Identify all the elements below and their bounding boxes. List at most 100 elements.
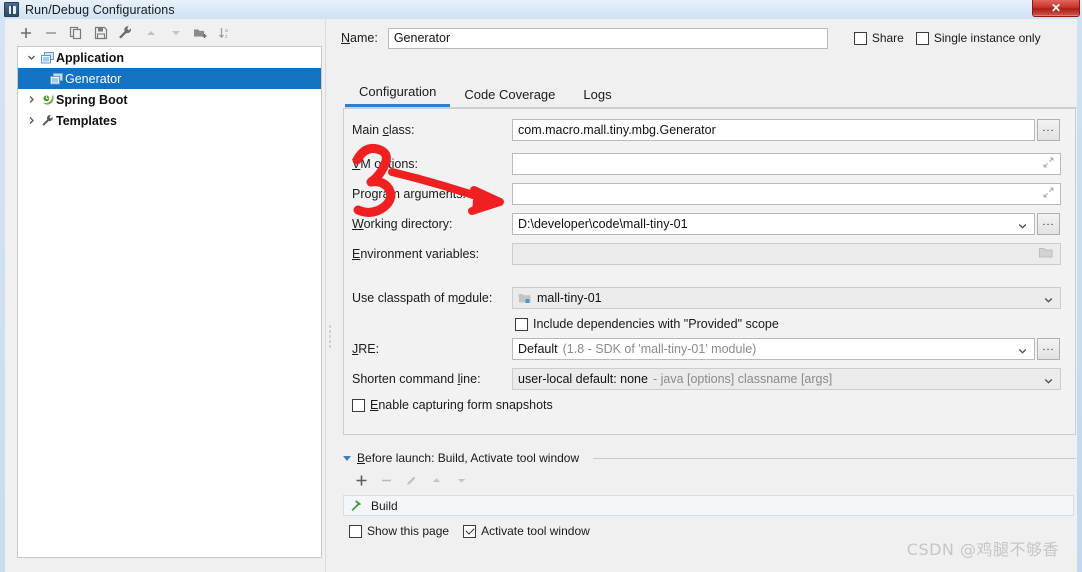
module-icon xyxy=(518,293,531,304)
configuration-form: Main class: com.macro.mall.tiny.mbg.Gene… xyxy=(343,108,1076,435)
remove-task-button[interactable] xyxy=(374,470,399,490)
working-directory-browse-button[interactable]: ... xyxy=(1037,213,1060,235)
expand-icon[interactable] xyxy=(1043,187,1054,201)
form-snapshots-checkbox[interactable]: Enable capturing form snapshots xyxy=(352,398,553,412)
tree-item-label: Templates xyxy=(56,113,117,128)
chevron-right-icon[interactable] xyxy=(24,95,39,104)
share-checkbox[interactable]: Share xyxy=(853,31,904,45)
activate-tool-window-checkbox[interactable]: Activate tool window xyxy=(463,524,590,538)
chevron-right-icon[interactable] xyxy=(24,116,39,125)
chevron-down-icon[interactable] xyxy=(1044,294,1053,303)
jre-hint: (1.8 - SDK of 'mall-tiny-01' module) xyxy=(562,342,757,356)
environment-variables-row: Environment variables: xyxy=(352,243,1069,265)
single-instance-checkbox[interactable]: Single instance only xyxy=(915,31,1041,45)
wrench-icon[interactable] xyxy=(113,22,138,44)
name-row: Name: Share Single instance only xyxy=(341,26,1077,50)
single-instance-label: Single instance only xyxy=(933,31,1041,45)
task-label: Build xyxy=(371,498,398,513)
show-this-page-checkbox[interactable]: Show this page xyxy=(349,524,449,538)
name-input[interactable] xyxy=(387,27,828,49)
shorten-command-line-label: Shorten command line: xyxy=(352,372,481,386)
working-directory-value: D:\developer\code\mall-tiny-01 xyxy=(518,217,688,231)
single-instance-checkbox-box[interactable] xyxy=(915,31,929,45)
tab-logs[interactable]: Logs xyxy=(569,87,625,107)
application-icon xyxy=(39,51,56,64)
task-up-button[interactable] xyxy=(424,470,449,490)
tree-item-templates[interactable]: Templates xyxy=(18,110,321,131)
panel-splitter[interactable] xyxy=(325,19,333,572)
configurations-toolbar: a z xyxy=(5,19,325,46)
editor-tabs[interactable]: Configuration Code Coverage Logs xyxy=(345,82,1077,107)
share-checkbox-box[interactable] xyxy=(853,31,867,45)
before-launch-toolbar xyxy=(343,470,1076,490)
task-down-button[interactable] xyxy=(449,470,474,490)
vm-options-label: VM options: xyxy=(352,157,419,171)
classpath-module-row: Use classpath of module: mall-tiny-01 xyxy=(352,287,1069,309)
program-arguments-field[interactable] xyxy=(512,183,1061,205)
working-directory-field[interactable]: D:\developer\code\mall-tiny-01 xyxy=(512,213,1035,235)
environment-variables-field[interactable] xyxy=(512,243,1061,265)
before-launch-section: Before launch: Build, Activate tool wind… xyxy=(343,451,1076,538)
folder-add-icon[interactable] xyxy=(188,22,213,44)
remove-button[interactable] xyxy=(38,22,63,44)
shorten-command-line-row: Shorten command line: user-local default… xyxy=(352,368,1069,390)
main-class-browse-button[interactable]: ... xyxy=(1037,119,1060,141)
program-arguments-row: Program arguments: xyxy=(352,183,1069,205)
form-snapshots-label: Enable capturing form snapshots xyxy=(370,398,553,412)
jre-row: JRE: Default (1.8 - SDK of 'mall-tiny-01… xyxy=(352,338,1069,360)
jre-value: Default xyxy=(518,342,558,356)
form-snapshots-checkbox-box[interactable] xyxy=(352,398,365,412)
classpath-module-label: Use classpath of module: xyxy=(352,291,493,305)
add-button[interactable] xyxy=(13,22,38,44)
pencil-icon[interactable] xyxy=(399,470,424,490)
activate-tool-window-label: Activate tool window xyxy=(481,524,590,538)
tree-item-generator[interactable]: Generator xyxy=(18,68,321,89)
arrow-up-icon[interactable] xyxy=(138,22,163,44)
chevron-down-icon[interactable] xyxy=(1044,375,1053,384)
jre-browse-button[interactable]: ... xyxy=(1037,338,1060,360)
application-icon xyxy=(48,72,65,85)
shorten-hint: - java [options] classname [args] xyxy=(652,372,833,386)
tab-configuration[interactable]: Configuration xyxy=(345,84,451,107)
tree-item-spring-boot[interactable]: Spring Boot xyxy=(18,89,321,110)
activate-tool-window-checkbox-box[interactable] xyxy=(463,524,477,538)
chevron-down-icon[interactable] xyxy=(1018,220,1027,229)
classpath-module-value: mall-tiny-01 xyxy=(537,291,602,305)
chevron-down-icon[interactable] xyxy=(343,455,351,461)
folder-icon[interactable] xyxy=(1039,247,1053,262)
chevron-down-icon[interactable] xyxy=(24,53,39,62)
watermark: CSDN @鸡腿不够香 xyxy=(906,540,1059,559)
splitter-handle[interactable] xyxy=(329,324,331,350)
close-button[interactable]: ✕ xyxy=(1032,0,1080,17)
tree-item-application[interactable]: Application xyxy=(18,47,321,68)
jre-field[interactable]: Default (1.8 - SDK of 'mall-tiny-01' mod… xyxy=(512,338,1035,360)
show-this-page-label: Show this page xyxy=(367,524,450,538)
chevron-down-icon[interactable] xyxy=(1018,345,1027,354)
vm-options-row: VM options: xyxy=(352,153,1069,175)
include-provided-label: Include dependencies with "Provided" sco… xyxy=(533,317,779,331)
idea-window-icon xyxy=(4,2,19,17)
classpath-module-field[interactable]: mall-tiny-01 xyxy=(512,287,1061,309)
name-label: Name: xyxy=(341,31,378,45)
tree-item-label: Generator xyxy=(65,71,122,86)
include-provided-checkbox-box[interactable] xyxy=(515,317,528,331)
shorten-command-line-field[interactable]: user-local default: none - java [options… xyxy=(512,368,1061,390)
hammer-icon xyxy=(350,499,364,512)
show-this-page-checkbox-box[interactable] xyxy=(349,524,362,538)
sort-alpha-icon[interactable]: a z xyxy=(213,22,238,44)
tab-code-coverage[interactable]: Code Coverage xyxy=(450,87,569,107)
configurations-tree[interactable]: Application Generator Spring Boot Templa… xyxy=(17,46,322,558)
spring-boot-icon xyxy=(39,93,56,106)
vm-options-field[interactable] xyxy=(512,153,1061,175)
working-directory-label: Working directory: xyxy=(352,217,453,231)
before-launch-task-list[interactable]: Build xyxy=(343,495,1074,516)
before-launch-header[interactable]: Before launch: Build, Activate tool wind… xyxy=(343,451,1076,465)
include-provided-checkbox[interactable]: Include dependencies with "Provided" sco… xyxy=(515,317,779,331)
main-class-field[interactable]: com.macro.mall.tiny.mbg.Generator xyxy=(512,119,1035,141)
wrench-icon xyxy=(39,114,56,127)
copy-icon[interactable] xyxy=(63,22,88,44)
save-icon[interactable] xyxy=(88,22,113,44)
expand-icon[interactable] xyxy=(1043,157,1054,171)
arrow-down-icon[interactable] xyxy=(163,22,188,44)
add-task-button[interactable] xyxy=(349,470,374,490)
